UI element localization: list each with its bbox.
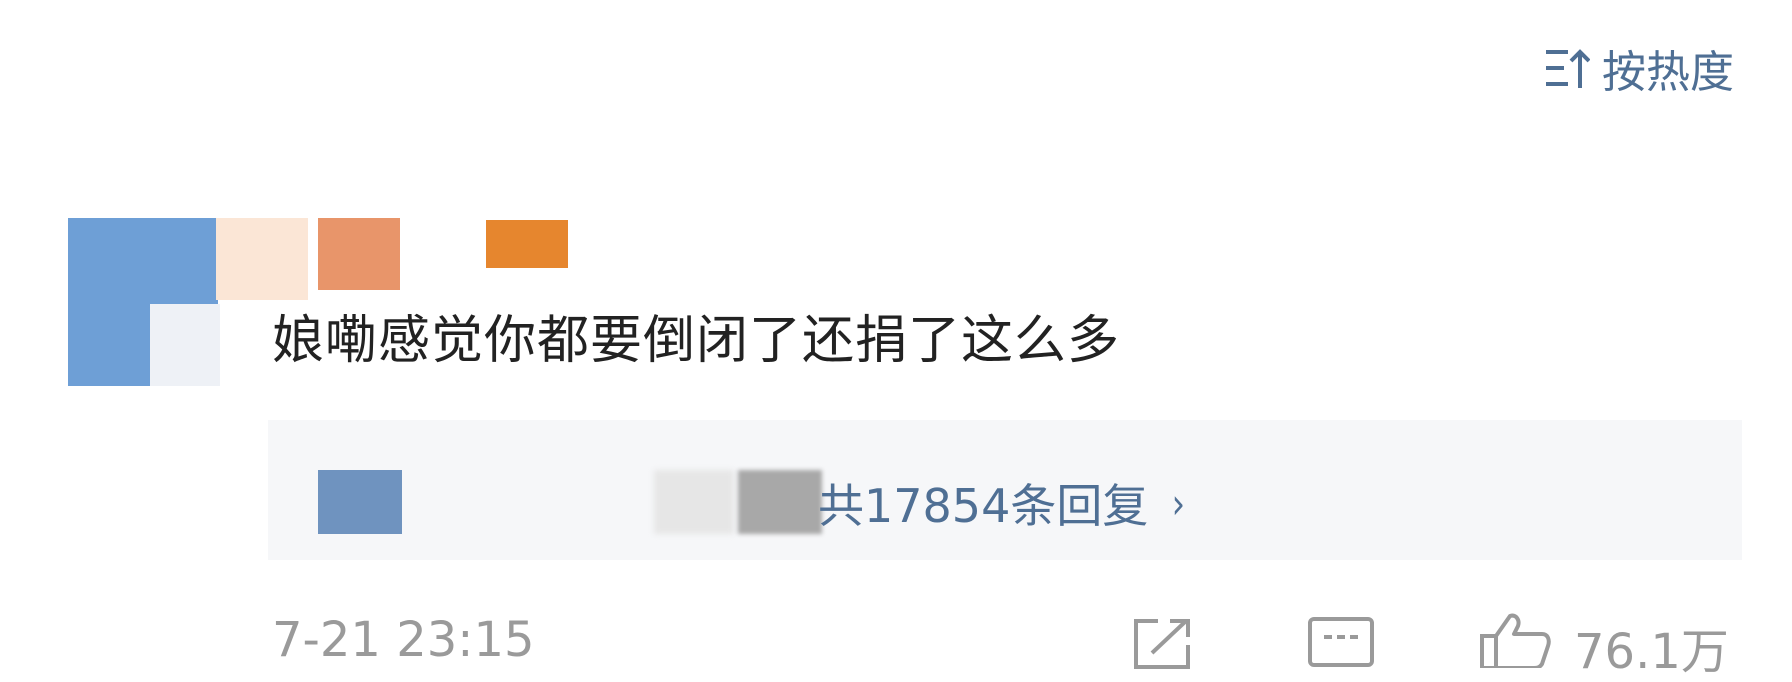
redaction-block [150, 304, 220, 386]
reply-button[interactable] [1306, 615, 1376, 669]
like-button[interactable]: 76.1万 [1476, 612, 1729, 682]
comment-timestamp: 7-21 23:15 [272, 612, 535, 668]
reply-user-redacted [318, 470, 402, 534]
like-count: 76.1万 [1574, 624, 1729, 680]
reply-user-redacted [738, 470, 822, 534]
sort-up-icon [1544, 46, 1590, 90]
share-button[interactable] [1130, 615, 1196, 669]
share-icon [1130, 615, 1196, 669]
reply-preview-box[interactable]: 共17854条回复 › [268, 420, 1742, 560]
sort-label: 按热度 [1602, 47, 1734, 98]
comment-text: 娘嘞感觉你都要倒闭了还捐了这么多 [272, 311, 1121, 371]
redaction-block [216, 218, 308, 300]
redaction-block [318, 218, 400, 290]
reply-count-label: 共17854条回复 [818, 479, 1149, 533]
chevron-right-icon: › [1172, 478, 1186, 528]
view-replies-link[interactable]: 共17854条回复 › [818, 470, 1187, 536]
redaction-block [486, 220, 568, 268]
sort-by-hot-button[interactable]: 按热度 [1544, 36, 1734, 100]
reply-user-redacted [654, 470, 734, 534]
comment-icon [1306, 615, 1376, 669]
thumbs-up-icon [1476, 612, 1556, 672]
